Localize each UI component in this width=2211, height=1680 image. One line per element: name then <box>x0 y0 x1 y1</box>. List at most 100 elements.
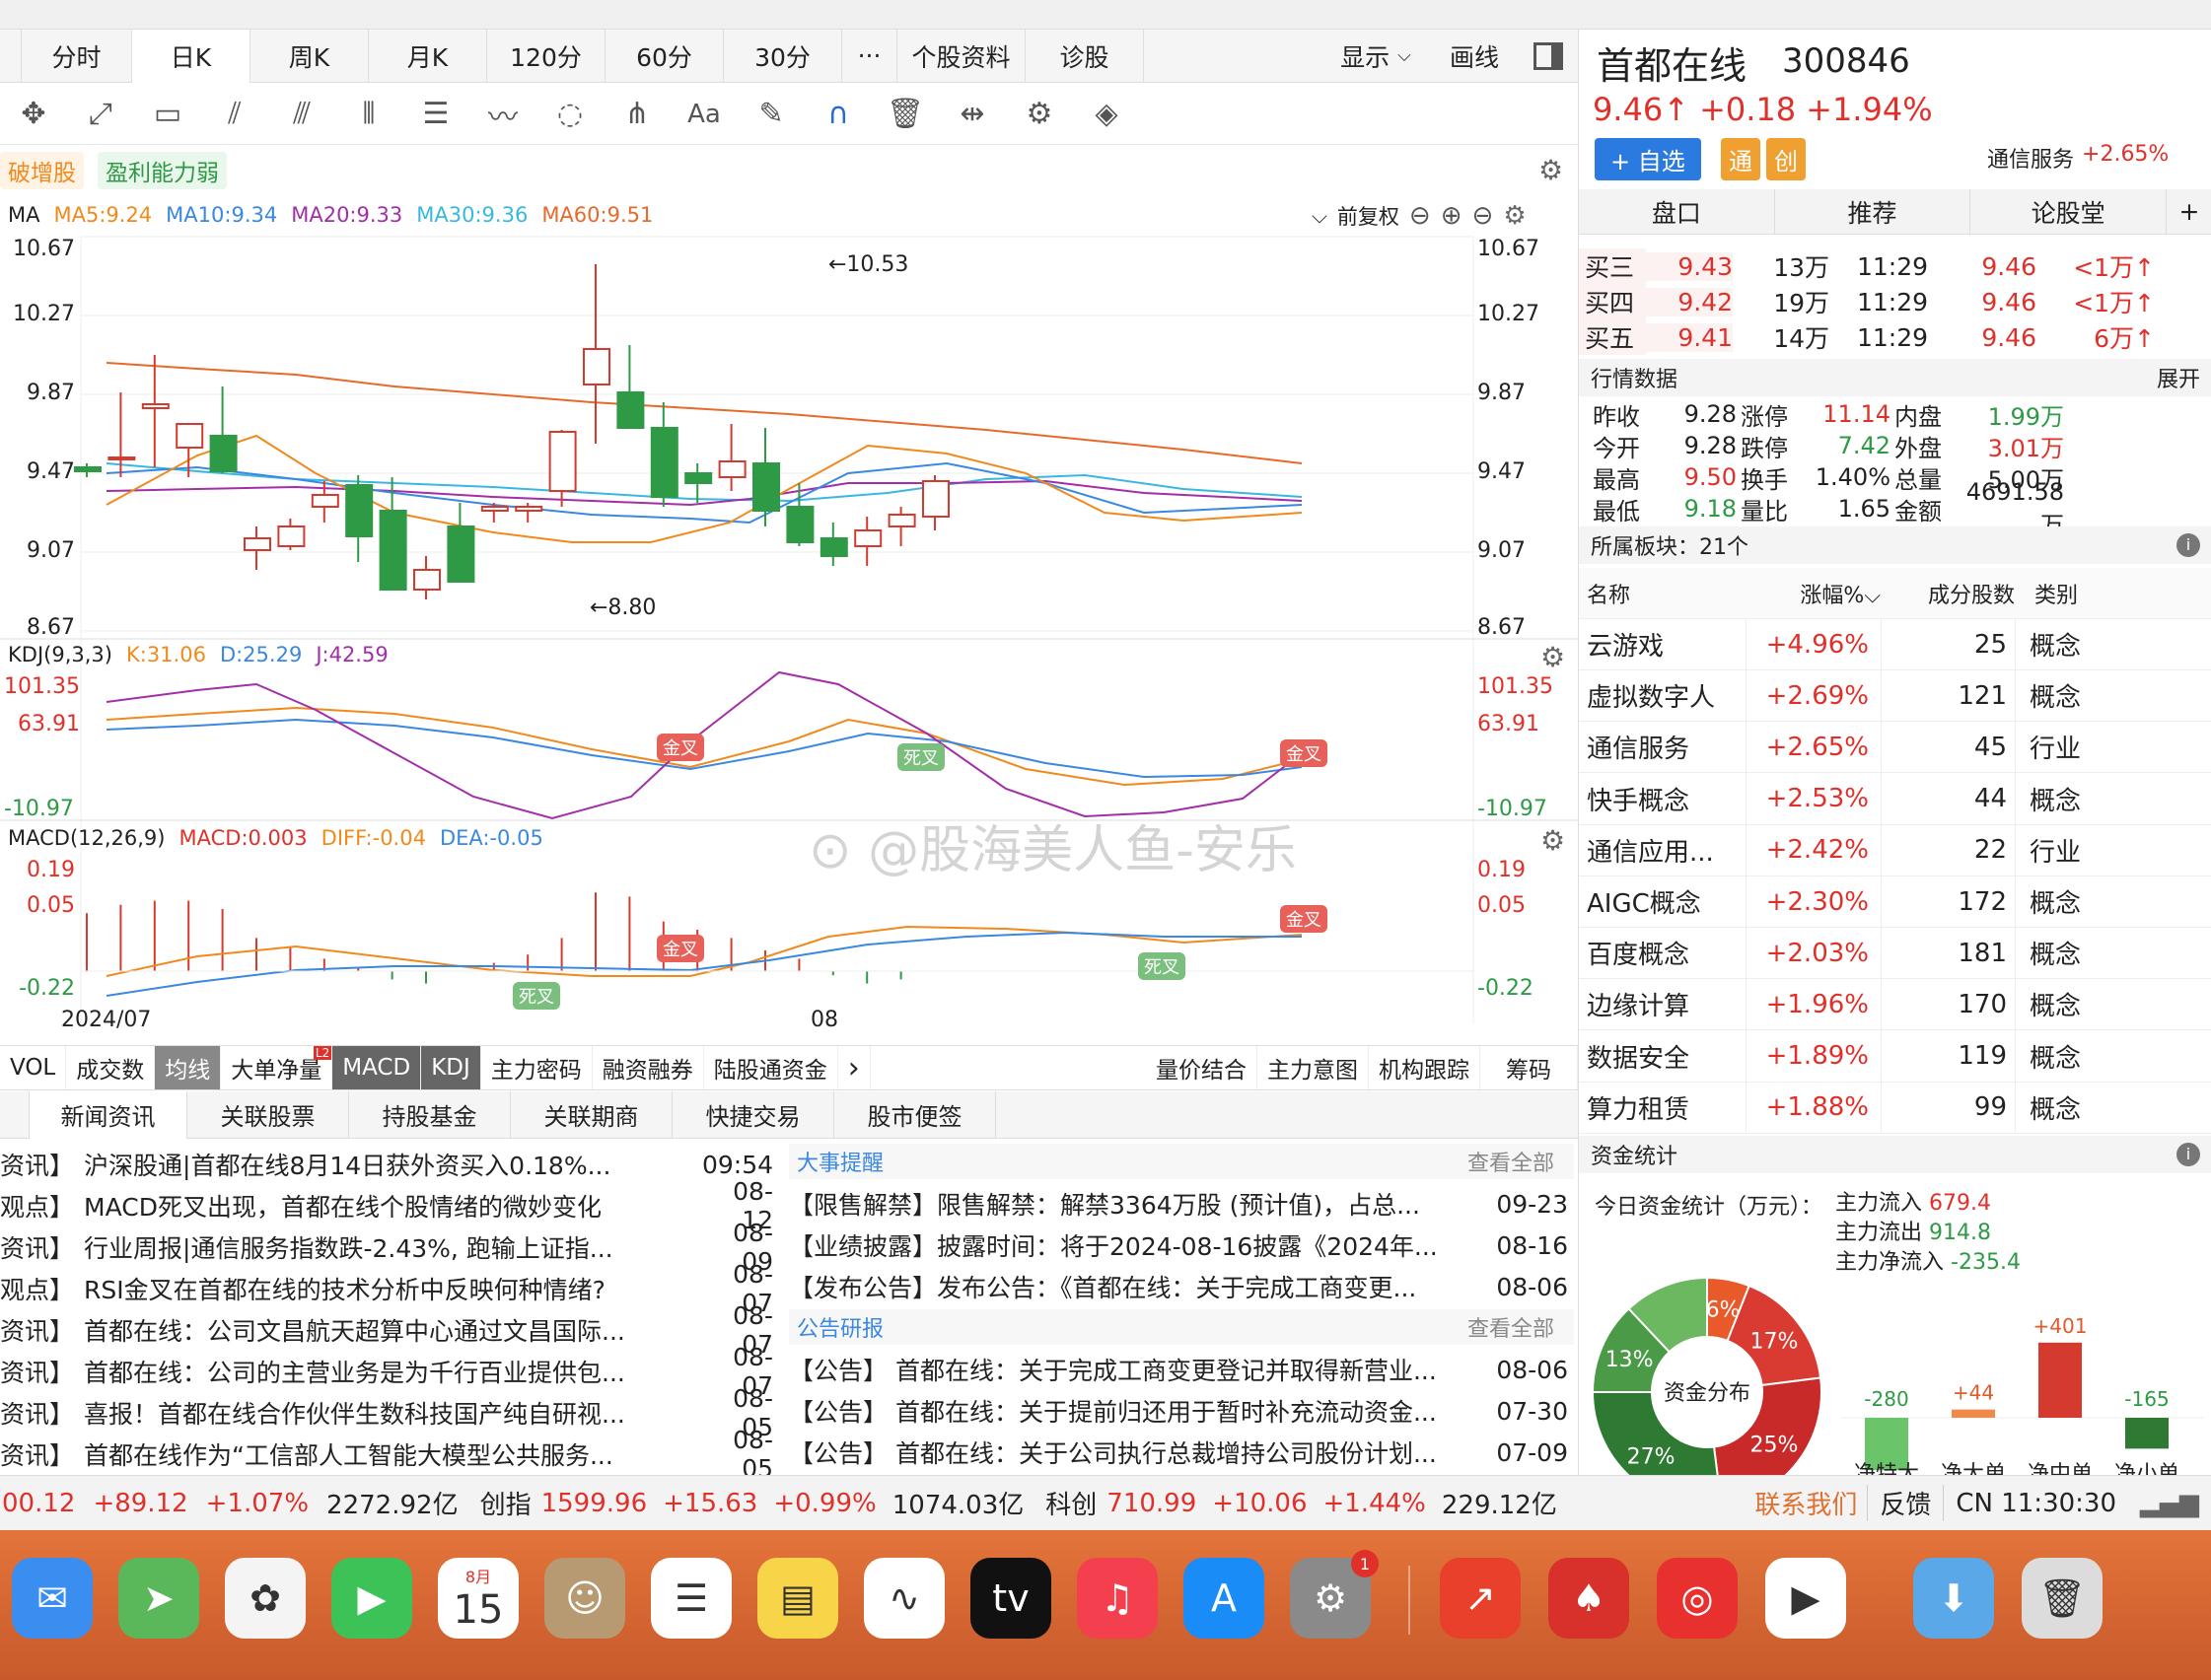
tab-news[interactable]: 新闻资讯 <box>30 1090 187 1139</box>
tab-institution[interactable]: 机构跟踪 <box>1369 1046 1480 1089</box>
macd-dea-value: DEA:-0.05 <box>439 826 543 850</box>
block-row[interactable]: 快手概念 +2.53% 44 概念 <box>1579 773 2211 825</box>
tab-forum[interactable]: 论股堂 <box>1970 189 2168 234</box>
block-row[interactable]: 云游戏 +4.96% 25 概念 <box>1579 618 2211 670</box>
event-item[interactable]: 【业绩披露】披露时间：将于2024-08-16披露《2024年... 08-16 <box>789 1225 1574 1266</box>
notes-icon[interactable]: ▤ <box>757 1558 838 1639</box>
chevron-right-icon[interactable]: › <box>838 1046 871 1089</box>
trade-price: 9.46 <box>1981 322 2036 352</box>
plus-icon[interactable]: + <box>2167 189 2211 234</box>
netease-icon[interactable]: ◎ <box>1657 1558 1738 1639</box>
block-row[interactable]: 虚拟数字人 +2.69% 121 概念 <box>1579 669 2211 723</box>
donut-slice-label: 27% <box>1627 1445 1676 1470</box>
tab-recommend[interactable]: 推荐 <box>1774 189 1971 234</box>
music-icon[interactable]: ♫ <box>1077 1558 1158 1639</box>
events-more-link[interactable]: 查看全部 <box>1467 1146 1574 1177</box>
event-item[interactable]: 【限售解禁】限售解禁：解禁3364万股 (预计值)，占总... 09-23 <box>789 1183 1574 1225</box>
tab-main-code[interactable]: 主力密码 <box>481 1046 593 1089</box>
notices-more-link[interactable]: 查看全部 <box>1467 1311 1574 1343</box>
contacts-icon[interactable]: ☺ <box>544 1558 625 1639</box>
trash-icon[interactable]: 🗑 <box>2022 1558 2103 1639</box>
block-row[interactable]: 通信应用... +2.42% 22 行业 <box>1579 824 2211 876</box>
maps-icon[interactable]: ➤ <box>118 1558 199 1639</box>
tab-macd[interactable]: MACD <box>332 1046 422 1089</box>
news-item[interactable]: 资讯】 首都在线作为“工信部人工智能大模型公共服务... 08-05 <box>0 1426 779 1483</box>
block-row[interactable]: 通信服务 +2.65% 45 行业 <box>1579 721 2211 774</box>
tab-hk-connect[interactable]: 陆股通资金 <box>704 1046 838 1089</box>
bid-row[interactable]: 买三 9.43 13万 11:29 9.46 <1万↑ <box>1579 248 2211 284</box>
bid-row[interactable]: 买五 9.41 14万 11:29 9.46 6万↑ <box>1579 319 2211 355</box>
news-item[interactable]: 资讯】 行业周报|通信服务指数跌-2.43%, 跑输上证指... 08-09 <box>0 1219 779 1276</box>
tab-ma[interactable]: 均线 <box>155 1046 222 1089</box>
tab-related-futures[interactable]: 关联期商 <box>511 1090 673 1139</box>
block-row[interactable]: 边缘计算 +1.96% 170 概念 <box>1579 978 2211 1031</box>
badge-connect[interactable]: 通 <box>1721 138 1760 180</box>
freeform-icon[interactable]: ∿ <box>864 1558 945 1639</box>
badge-gem[interactable]: 创 <box>1766 138 1806 180</box>
news-item[interactable]: 资讯】 首都在线：公司的主营业务是为千行百业提供包... 08-07 <box>0 1343 779 1400</box>
col-category[interactable]: 类别 <box>2015 578 2133 609</box>
tab-vol[interactable]: VOL <box>0 1046 67 1089</box>
col-count[interactable]: 成分股数 <box>1881 578 2015 609</box>
news-item[interactable]: 资讯】 首都在线：公司文昌航天超算中心通过文昌国际... 08-07 <box>0 1301 779 1359</box>
notice-item[interactable]: 【公告】 首都在线：关于提前归还用于暂时补充流动资金... 07-30 <box>789 1390 1574 1432</box>
macd-gear-icon[interactable]: ⚙ <box>1540 824 1565 857</box>
settings-icon[interactable]: ⚙ 1 <box>1290 1550 1379 1639</box>
tab-price-volume[interactable]: 量价结合 <box>1146 1046 1257 1089</box>
event-date: 08-06 <box>1496 1272 1568 1301</box>
block-row[interactable]: 数据安全 +1.89% 119 概念 <box>1579 1030 2211 1083</box>
bid-row[interactable]: 买四 9.42 19万 11:29 9.46 <1万↑ <box>1579 284 2211 319</box>
kdj-gear-icon[interactable]: ⚙ <box>1540 641 1565 673</box>
news-item[interactable]: 资讯】 喜报！首都在线合作伙伴生数科技国产纯自研视... 08-05 <box>0 1384 779 1441</box>
notice-item[interactable]: 【公告】 首都在线：关于完成工商变更登记并取得新营业... 08-06 <box>789 1349 1574 1390</box>
bid-volume: 14万 <box>1773 324 1829 353</box>
candle-body <box>244 537 271 551</box>
add-watchlist-button[interactable]: + 自选 <box>1595 138 1701 180</box>
expand-button[interactable]: 展开 <box>2157 362 2200 393</box>
feedback-link[interactable]: 反馈 <box>1868 1485 1945 1521</box>
col-pct[interactable]: 涨幅%⌵ <box>1747 578 1881 609</box>
block-row[interactable]: AIGC概念 +2.30% 172 概念 <box>1579 875 2211 928</box>
tab-margin[interactable]: 融资融券 <box>593 1046 704 1089</box>
kline-chart[interactable] <box>0 0 1578 1045</box>
index2-name[interactable]: 创指 <box>480 1485 532 1521</box>
mail-icon[interactable]: ✉ <box>12 1558 93 1639</box>
player-icon[interactable]: ▶ <box>1765 1558 1846 1639</box>
news-item[interactable]: 资讯】 沪深股通|首都在线8月14日获外资买入0.18%... 09:54 <box>0 1144 779 1185</box>
photos-icon[interactable]: ✿ <box>225 1558 306 1639</box>
tab-quick-trade[interactable]: 快捷交易 <box>673 1090 834 1139</box>
news-item[interactable]: 观点】 RSI金叉在首都在线的技术分析中反映何种情绪? 08-07 <box>0 1260 779 1317</box>
tab-stock-notes[interactable]: 股市便签 <box>834 1090 996 1139</box>
calendar-icon[interactable]: 8月 15 <box>438 1558 519 1639</box>
macd-axis-left-0: 0.19 <box>27 858 75 882</box>
news-panel-toggle[interactable] <box>0 1090 30 1139</box>
col-name[interactable]: 名称 <box>1579 578 1747 609</box>
app-red1-icon[interactable]: ↗ <box>1440 1558 1521 1639</box>
notice-item[interactable]: 【公告】 首都在线：关于公司执行总裁增持公司股份计划... 07-09 <box>789 1432 1574 1473</box>
news-item[interactable]: 观点】 MACD死叉出现，首都在线个股情绪的微妙变化 08-12 <box>0 1177 779 1234</box>
info-icon[interactable]: i <box>2176 533 2200 557</box>
block-row[interactable]: 百度概念 +2.03% 181 概念 <box>1579 927 2211 980</box>
downloads-icon[interactable]: ⬇ <box>1913 1558 1994 1639</box>
tv-icon[interactable]: tv <box>970 1558 1051 1639</box>
tab-kdj[interactable]: KDJ <box>421 1046 481 1089</box>
tab-trade-count[interactable]: 成交数 <box>66 1046 156 1089</box>
tab-main-intent[interactable]: 主力意图 <box>1257 1046 1369 1089</box>
appstore-icon[interactable]: A <box>1183 1558 1264 1639</box>
facetime-icon[interactable]: ▶ <box>331 1558 412 1639</box>
candle-body <box>922 480 950 518</box>
app-red2-icon[interactable]: ♠ <box>1548 1558 1629 1639</box>
tab-order-book[interactable]: 盘口 <box>1579 189 1775 234</box>
tab-holding-funds[interactable]: 持股基金 <box>349 1090 511 1139</box>
tab-chips[interactable]: 筹码 <box>1480 1046 1578 1089</box>
index3-name[interactable]: 科创 <box>1045 1485 1097 1521</box>
index1-value[interactable]: 00.12 <box>2 1489 75 1518</box>
tab-big-order[interactable]: 大单净量 L2 <box>221 1046 333 1089</box>
contact-us-link[interactable]: 联系我们 <box>1745 1485 1869 1521</box>
sector-info[interactable]: 通信服务 +2.65% <box>1987 142 2169 174</box>
reminders-icon[interactable]: ☰ <box>651 1558 732 1639</box>
event-item[interactable]: 【发布公告】发布公告：《首都在线：关于完成工商变更... 08-06 <box>789 1266 1574 1307</box>
tab-related-stocks[interactable]: 关联股票 <box>187 1090 349 1139</box>
info-icon[interactable]: i <box>2176 1143 2200 1166</box>
block-row[interactable]: 算力租赁 +1.88% 99 概念 <box>1579 1082 2211 1134</box>
